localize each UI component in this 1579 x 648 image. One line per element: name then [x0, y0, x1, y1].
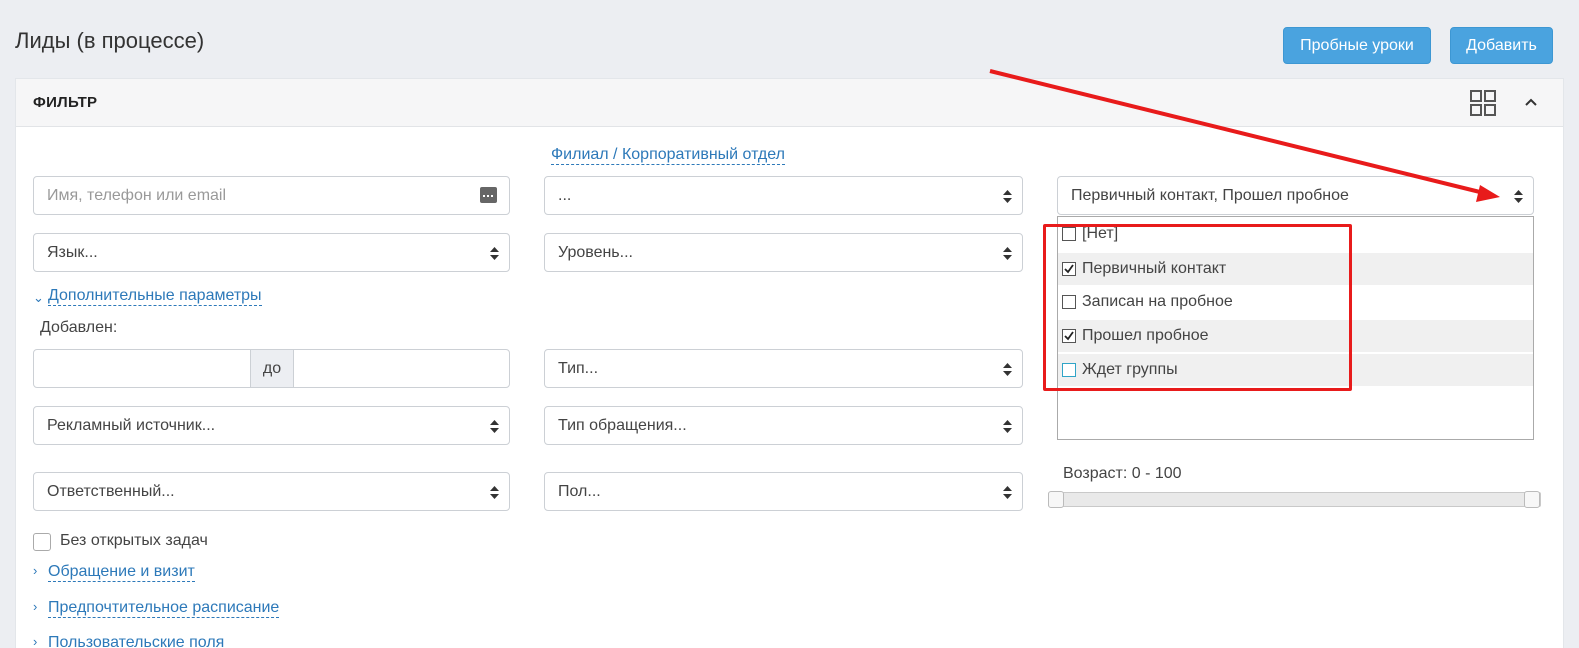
annotation-arrow — [989, 69, 1500, 202]
